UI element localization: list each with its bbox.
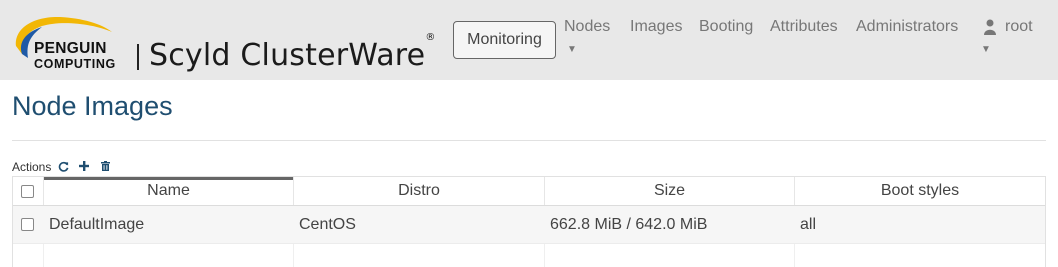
row-checkbox[interactable] (21, 218, 34, 231)
row-select-cell (13, 206, 43, 243)
trash-icon[interactable] (99, 161, 111, 173)
column-header-size[interactable]: Size (544, 177, 794, 205)
nav-item-attributes[interactable]: Attributes (770, 18, 838, 36)
empty-table-row (13, 244, 1045, 267)
brand-line2: COMPUTING (34, 56, 116, 71)
brand-divider (137, 44, 139, 70)
select-all-checkbox[interactable] (21, 184, 34, 198)
plus-icon[interactable] (78, 161, 90, 173)
cell-name[interactable]: DefaultImage (43, 206, 293, 243)
empty-cell (293, 244, 544, 267)
nav-item-booting[interactable]: Booting (699, 18, 753, 36)
top-navbar: PENGUIN COMPUTING Scyld ClusterWare® Mon… (0, 0, 1058, 80)
table-row[interactable]: DefaultImage CentOS 662.8 MiB / 642.0 Mi… (13, 206, 1045, 244)
nav-item-images[interactable]: Images (630, 18, 682, 36)
trademark-symbol: ® (425, 32, 436, 43)
actions-label: Actions (12, 160, 52, 174)
penguin-computing-wordmark: PENGUIN COMPUTING (34, 41, 116, 70)
monitoring-button[interactable]: Monitoring (453, 21, 556, 59)
brand-line1: PENGUIN (34, 40, 107, 57)
user-menu-label[interactable]: root (1005, 18, 1033, 36)
nodes-dropdown-caret-icon[interactable]: ▼ (567, 44, 577, 55)
table-header-row: Name Distro Size Boot styles (13, 176, 1045, 206)
empty-cell (794, 244, 1045, 267)
nav-item-nodes[interactable]: Nodes (564, 18, 610, 36)
column-header-boot-styles[interactable]: Boot styles (794, 177, 1045, 205)
product-name: Scyld ClusterWare® (149, 32, 436, 73)
product-name-text: Scyld ClusterWare (149, 38, 426, 73)
nav-item-administrators[interactable]: Administrators (856, 18, 958, 36)
refresh-icon[interactable] (57, 161, 69, 173)
user-icon[interactable] (984, 19, 996, 35)
empty-cell (43, 244, 293, 267)
title-divider (12, 140, 1046, 141)
user-dropdown-caret-icon[interactable]: ▼ (981, 44, 991, 55)
cell-distro: CentOS (293, 206, 544, 243)
brand-logo[interactable]: PENGUIN COMPUTING Scyld ClusterWare® (12, 14, 435, 73)
header-select-cell (13, 177, 43, 205)
page-title: Node Images (12, 91, 173, 121)
empty-cell (544, 244, 794, 267)
images-table: Name Distro Size Boot styles DefaultImag… (12, 176, 1046, 267)
column-header-distro[interactable]: Distro (293, 177, 544, 205)
column-header-name[interactable]: Name (43, 177, 293, 205)
actions-toolbar: Actions (12, 160, 120, 174)
cell-boot-styles: all (794, 206, 1045, 243)
cell-size: 662.8 MiB / 642.0 MiB (544, 206, 794, 243)
